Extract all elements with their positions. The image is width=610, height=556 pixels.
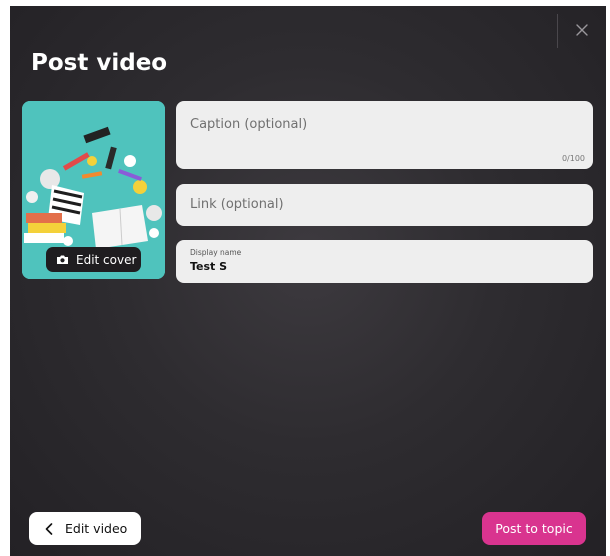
display-name-field[interactable]: Display name Test S [176,240,593,283]
display-name-value: Test S [190,260,228,273]
caption-input[interactable]: Caption (optional) 0/100 [176,101,593,169]
close-icon [576,24,588,36]
close-divider [557,14,558,48]
post-to-topic-label: Post to topic [495,521,573,536]
caption-placeholder: Caption (optional) [190,117,308,132]
edit-cover-label: Edit cover [76,252,137,267]
video-cover-thumbnail[interactable]: Edit cover [22,101,165,279]
link-placeholder: Link (optional) [190,197,284,212]
edit-video-label: Edit video [65,521,128,536]
dialog-title: Post video [31,50,168,76]
post-to-topic-button[interactable]: Post to topic [482,512,586,545]
post-video-dialog: Post video Edit cover Caption (optional)… [10,6,606,556]
display-name-label: Display name [190,248,242,257]
edit-video-button[interactable]: Edit video [29,512,141,545]
close-button[interactable] [570,18,594,42]
camera-icon [57,255,68,264]
chevron-left-icon [45,522,53,535]
edit-cover-button[interactable]: Edit cover [46,247,141,272]
caption-character-counter: 0/100 [561,154,585,163]
link-input[interactable]: Link (optional) [176,184,593,226]
